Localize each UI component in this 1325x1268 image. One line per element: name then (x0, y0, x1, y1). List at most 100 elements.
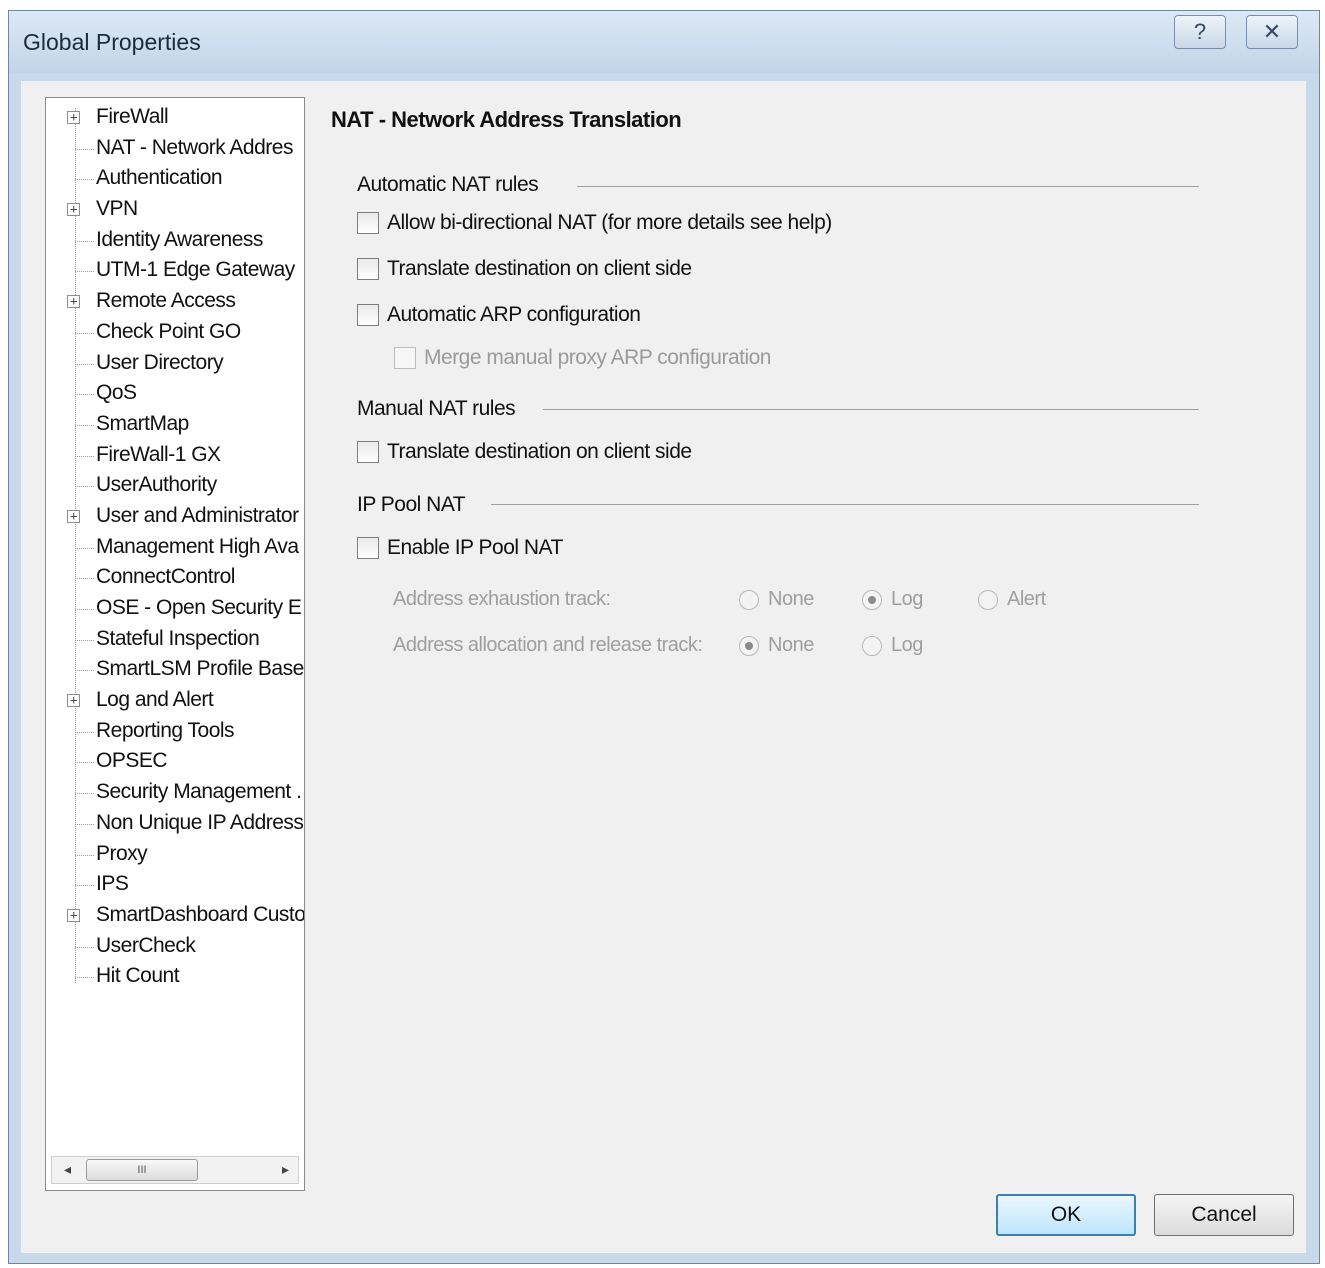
radio-button-icon[interactable] (978, 589, 998, 610)
bidirectional-nat-option[interactable]: Allow bi-directional NAT (for more detai… (357, 211, 832, 235)
close-button[interactable]: ✕ (1246, 15, 1298, 49)
tree-connector (75, 793, 94, 795)
tree-horizontal-scrollbar[interactable]: ◂ III ▸ (51, 1156, 299, 1184)
exhaustion-none-radio[interactable]: None (739, 588, 814, 611)
title-bar: Global Properties ? ✕ (9, 11, 1319, 73)
tree-item[interactable]: SmartLSM Profile Base (46, 655, 304, 686)
exhaustion-log-radio[interactable]: Log (862, 588, 923, 611)
tree-item[interactable]: + SmartDashboard Custo (46, 901, 304, 932)
tree-item[interactable]: ConnectControl (46, 563, 304, 594)
tree-item[interactable]: Authentication (46, 164, 304, 195)
tree-connector (75, 578, 94, 580)
tree-item-label: Remote Access (96, 289, 236, 313)
tree-item-label: UserCheck (96, 933, 196, 957)
tree-item[interactable]: + Log and Alert (46, 686, 304, 717)
tree-item[interactable]: QoS (46, 379, 304, 410)
ok-button[interactable]: OK (996, 1194, 1136, 1236)
tree-item-label: VPN (96, 197, 138, 221)
tree-item[interactable]: SmartMap (46, 410, 304, 441)
expand-plus-icon[interactable]: + (67, 111, 80, 124)
tree-item[interactable]: OSE - Open Security E (46, 594, 304, 625)
automatic-arp-checkbox[interactable] (357, 304, 379, 327)
tree-item[interactable]: Management High Ava (46, 533, 304, 564)
tree-connector (75, 639, 94, 641)
cancel-button[interactable]: Cancel (1154, 1194, 1294, 1236)
radio-button-icon[interactable] (862, 635, 882, 656)
radio-button-icon[interactable] (739, 635, 759, 656)
tree-item[interactable]: Stateful Inspection (46, 625, 304, 656)
tree-item[interactable]: User Directory (46, 349, 304, 380)
tree-item[interactable]: Reporting Tools (46, 717, 304, 748)
tree-item[interactable]: Proxy (46, 840, 304, 871)
auto-translate-destination-option[interactable]: Translate destination on client side (357, 257, 692, 281)
tree-item[interactable]: Hit Count (46, 962, 304, 993)
expand-plus-icon[interactable]: + (67, 908, 80, 922)
allocation-none-radio[interactable]: None (739, 634, 814, 657)
help-button[interactable]: ? (1174, 15, 1226, 49)
automatic-arp-option[interactable]: Automatic ARP configuration (357, 303, 641, 327)
merge-proxy-arp-option[interactable]: Merge manual proxy ARP configuration (394, 346, 771, 370)
tree-item-label: Security Management . (96, 780, 302, 804)
expand-plus-icon[interactable]: + (67, 509, 80, 523)
tree-item-label: Management High Ava (96, 534, 299, 558)
tree-item[interactable]: Check Point GO (46, 318, 304, 349)
expand-plus-icon[interactable]: + (67, 203, 80, 217)
manual-translate-destination-option[interactable]: Translate destination on client side (357, 440, 692, 464)
tree-item[interactable]: OPSEC (46, 747, 304, 778)
category-tree[interactable]: + FireWall NAT - Network Addres Authenticat… (45, 97, 305, 1191)
bidirectional-nat-checkbox[interactable] (357, 212, 379, 235)
expand-plus-icon[interactable]: + (67, 295, 80, 309)
page-title: NAT - Network Address Translation (331, 107, 682, 132)
tree-item[interactable]: FireWall-1 GX (46, 441, 304, 472)
expand-plus-icon[interactable]: + (67, 694, 80, 708)
window-title: Global Properties (23, 29, 201, 55)
tree-item[interactable]: + FireWall (46, 103, 304, 134)
tree-connector (75, 609, 94, 610)
tree-item[interactable]: + VPN (46, 195, 304, 226)
tree-item[interactable]: Identity Awareness (46, 226, 304, 257)
tree-connector (75, 946, 94, 948)
tree-item-label: SmartLSM Profile Base (96, 657, 304, 681)
group-divider (577, 186, 1199, 187)
enable-ip-pool-checkbox[interactable] (357, 537, 379, 560)
allocation-log-label: Log (891, 634, 923, 656)
tree-connector (75, 670, 94, 672)
tree-item[interactable]: IPS (46, 870, 304, 901)
tree-item-label: OSE - Open Security E (96, 596, 302, 619)
exhaustion-log-label: Log (891, 588, 923, 610)
allocation-log-radio[interactable]: Log (862, 634, 923, 657)
radio-button-icon[interactable] (739, 589, 759, 610)
global-properties-dialog: Global Properties ? ✕ + FireWall NAT - Net… (8, 10, 1320, 1264)
radio-button-icon[interactable] (862, 589, 882, 610)
tree-item[interactable]: + Remote Access (46, 287, 304, 318)
tree-connector (75, 731, 94, 733)
merge-proxy-arp-checkbox[interactable] (394, 347, 416, 370)
enable-ip-pool-option[interactable]: Enable IP Pool NAT (357, 536, 563, 560)
tree-item[interactable]: UTM-1 Edge Gateway (46, 256, 304, 287)
manual-translate-destination-label: Translate destination on client side (387, 440, 692, 463)
allocation-track-label: Address allocation and release track: (393, 634, 703, 656)
exhaustion-alert-radio[interactable]: Alert (978, 588, 1046, 611)
merge-proxy-arp-label: Merge manual proxy ARP configuration (424, 346, 771, 369)
group-divider (491, 504, 1199, 505)
manual-translate-destination-checkbox[interactable] (357, 441, 379, 464)
tree-connector (75, 240, 94, 242)
tree-item[interactable]: Non Unique IP Address (46, 809, 304, 840)
scroll-left-icon[interactable]: ◂ (64, 1161, 71, 1178)
tree-item-label: Non Unique IP Address (96, 810, 304, 834)
scroll-thumb[interactable]: III (86, 1159, 198, 1181)
scroll-right-icon[interactable]: ▸ (282, 1161, 289, 1178)
allocation-none-label: None (768, 634, 814, 656)
tree-item[interactable]: Security Management . (46, 778, 304, 809)
tree-item[interactable]: UserCheck (46, 932, 304, 963)
tree-connector (75, 486, 94, 488)
tree-item[interactable]: UserAuthority (46, 471, 304, 502)
auto-translate-destination-checkbox[interactable] (357, 258, 379, 281)
tree-connector (75, 854, 94, 856)
tree-item-label: UTM-1 Edge Gateway (96, 258, 295, 282)
tree-item[interactable]: NAT - Network Addres (46, 134, 304, 165)
tree-list: + FireWall NAT - Network Addres Authenticat… (46, 103, 304, 993)
tree-connector (75, 762, 94, 764)
tree-item-label: Reporting Tools (96, 718, 235, 742)
tree-item[interactable]: + User and Administrator (46, 502, 304, 533)
